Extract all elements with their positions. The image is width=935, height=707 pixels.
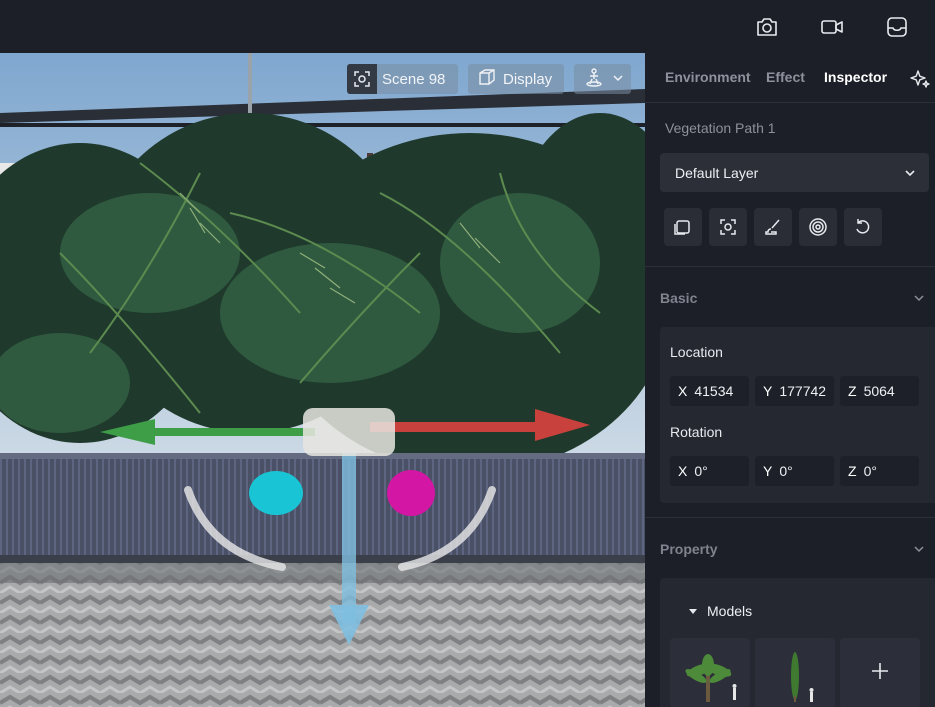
chevron-down-icon	[904, 166, 916, 182]
layer-select-value: Default Layer	[675, 164, 759, 181]
palm-tree-icon	[685, 654, 737, 702]
inspector-panel: Environment Effect Inspector Vegetation …	[645, 53, 935, 707]
caret-down-icon	[688, 603, 698, 619]
location-z-field[interactable]: Z 5064	[840, 376, 919, 406]
cypress-tree-model[interactable]	[755, 638, 835, 707]
panel-tabs: Environment Effect Inspector	[645, 53, 935, 103]
3d-viewport[interactable]: Scene 98 Display	[0, 53, 645, 707]
scene-button[interactable]: Scene 98	[347, 64, 458, 94]
location-x-field[interactable]: X 41534	[670, 376, 749, 406]
section-title-property: Property	[660, 541, 718, 557]
chevron-down-icon	[612, 71, 624, 88]
cypress-tree-icon	[791, 652, 814, 702]
rotation-y-field[interactable]: Y 0°	[755, 456, 834, 486]
brush-icon[interactable]	[754, 208, 792, 246]
tab-effect[interactable]: Effect	[766, 69, 805, 85]
focus-icon[interactable]	[709, 208, 747, 246]
divider	[645, 266, 935, 267]
location-label: Location	[670, 344, 723, 360]
layer-select[interactable]: Default Layer	[660, 153, 929, 192]
display-label: Display	[503, 70, 553, 88]
inbox-tray-icon[interactable]	[882, 12, 912, 42]
chevron-down-icon[interactable]	[913, 542, 925, 560]
plus-icon	[869, 660, 891, 687]
tab-inspector[interactable]: Inspector	[824, 69, 887, 85]
location-y-field[interactable]: Y 177742	[755, 376, 834, 406]
rotation-z-field[interactable]: Z 0°	[840, 456, 919, 486]
cube-wireframe-icon	[478, 68, 496, 90]
scene-label: Scene 98	[382, 70, 446, 88]
rotation-x-field[interactable]: X 0°	[670, 456, 749, 486]
sparkle-icon[interactable]	[909, 68, 931, 90]
section-title-basic: Basic	[660, 290, 698, 306]
reset-icon[interactable]	[844, 208, 882, 246]
walk-person-icon	[584, 67, 604, 91]
camera-icon[interactable]	[752, 12, 782, 42]
scene-capture-icon	[347, 64, 377, 94]
chevron-down-icon[interactable]	[913, 291, 925, 309]
view-mode-dropdown[interactable]	[574, 64, 631, 94]
models-label: Models	[707, 603, 753, 619]
target-icon[interactable]	[799, 208, 837, 246]
basic-card: Location X 41534 Y 177742 Z 5064 Rotatio…	[660, 327, 935, 503]
scene-render	[0, 53, 645, 707]
models-card: Models	[660, 578, 935, 707]
video-camera-icon[interactable]	[817, 12, 847, 42]
rotation-label: Rotation	[670, 424, 723, 440]
models-header[interactable]: Models	[688, 603, 752, 619]
divider	[645, 517, 935, 518]
palm-tree-model[interactable]	[670, 638, 750, 707]
tab-environment[interactable]: Environment	[665, 69, 751, 85]
object-name: Vegetation Path 1	[665, 120, 776, 136]
top-toolbar	[0, 0, 935, 53]
add-model-button[interactable]	[840, 638, 920, 707]
square-stack-icon[interactable]	[664, 208, 702, 246]
display-button[interactable]: Display	[468, 64, 564, 94]
